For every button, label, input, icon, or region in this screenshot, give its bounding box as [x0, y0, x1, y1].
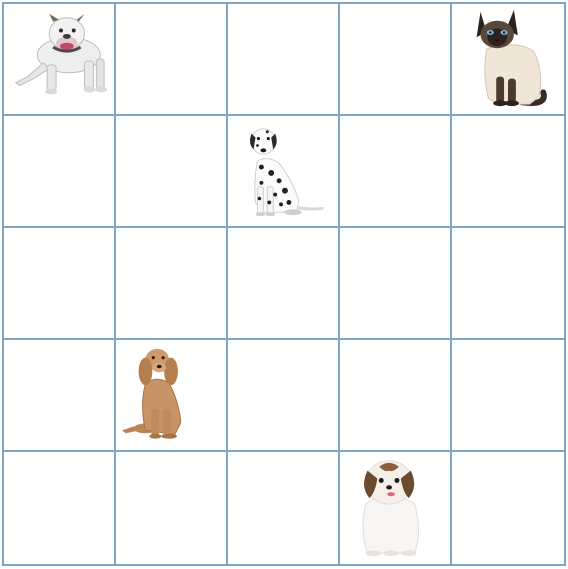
grid-cell[interactable]: [4, 4, 116, 116]
grid-cell[interactable]: [340, 340, 452, 452]
grid-cell[interactable]: [452, 228, 564, 340]
grid-cell[interactable]: [452, 116, 564, 228]
grid-cell[interactable]: [228, 452, 340, 564]
grid-cell[interactable]: [4, 116, 116, 228]
dalmatian-icon[interactable]: [228, 116, 338, 226]
grid-cell[interactable]: [228, 228, 340, 340]
grid-cell[interactable]: [4, 340, 116, 452]
grid-cell[interactable]: [116, 228, 228, 340]
grid-cell[interactable]: [452, 452, 564, 564]
cocker-spaniel-icon[interactable]: [116, 340, 226, 450]
grid-cell[interactable]: [340, 452, 452, 564]
grid-cell[interactable]: [340, 228, 452, 340]
grid-cell[interactable]: [452, 340, 564, 452]
game-board: [2, 2, 566, 566]
bulldog-icon[interactable]: [4, 4, 114, 114]
grid-cell[interactable]: [4, 452, 116, 564]
siamese-cat-icon[interactable]: [452, 4, 564, 114]
grid-cell[interactable]: [340, 4, 452, 116]
grid-cell[interactable]: [116, 340, 228, 452]
grid-cell[interactable]: [116, 116, 228, 228]
grid-cell[interactable]: [340, 116, 452, 228]
grid-cell[interactable]: [4, 228, 116, 340]
grid-cell[interactable]: [116, 4, 228, 116]
grid-cell[interactable]: [228, 116, 340, 228]
grid-cell[interactable]: [228, 4, 340, 116]
grid-cell[interactable]: [452, 4, 564, 116]
grid-cell[interactable]: [228, 340, 340, 452]
shih-tzu-icon[interactable]: [340, 452, 450, 564]
grid-cell[interactable]: [116, 452, 228, 564]
